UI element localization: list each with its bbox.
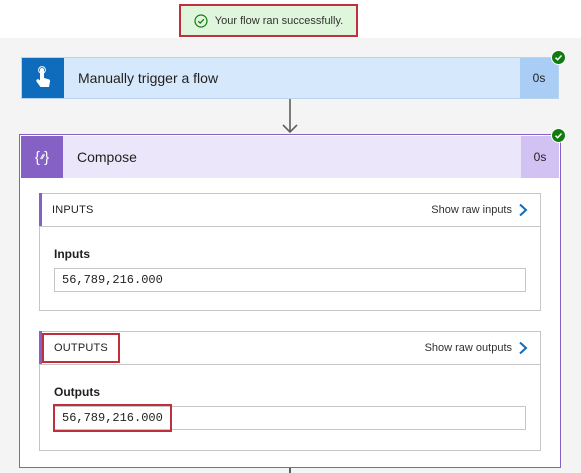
trigger-card[interactable]: Manually trigger a flow 0s <box>21 57 559 99</box>
outputs-section: OUTPUTS Show raw outputs Outputs 56,789,… <box>39 331 541 451</box>
success-check-icon <box>194 13 208 28</box>
show-raw-inputs-link[interactable]: Show raw inputs <box>431 203 528 217</box>
inputs-title: INPUTS <box>52 204 94 216</box>
chevron-right-icon <box>519 341 528 355</box>
compose-duration: 0s <box>521 136 559 178</box>
compose-title: Compose <box>77 149 137 165</box>
chevron-right-icon <box>519 203 528 217</box>
inputs-accent <box>39 193 42 226</box>
outputs-field-label: Outputs <box>54 385 100 399</box>
toast-message: Your flow ran successfully. <box>214 14 344 27</box>
touch-hand-icon <box>22 58 64 98</box>
inputs-value: 56,789,216.000 <box>54 268 526 292</box>
show-raw-outputs-link[interactable]: Show raw outputs <box>425 341 528 355</box>
inputs-field-label: Inputs <box>54 247 90 261</box>
braces-icon: { } <box>21 136 63 178</box>
show-raw-inputs-label: Show raw inputs <box>431 204 512 216</box>
flow-arrow-icon <box>282 99 298 134</box>
inputs-header: INPUTS Show raw inputs <box>39 193 540 227</box>
trigger-success-icon <box>551 50 566 65</box>
inputs-section: INPUTS Show raw inputs Inputs 56,789,216… <box>39 193 541 311</box>
outputs-value-box: 56,789,216.000 <box>53 404 526 432</box>
compose-header[interactable]: { } Compose 0s <box>21 136 559 178</box>
show-raw-outputs-label: Show raw outputs <box>424 342 512 354</box>
outputs-accent <box>39 331 42 364</box>
svg-text:{ }: { } <box>35 149 49 166</box>
next-connector <box>289 468 291 473</box>
trigger-title: Manually trigger a flow <box>78 70 219 86</box>
compose-success-icon <box>551 128 566 143</box>
success-toast: Your flow ran successfully. <box>179 4 358 37</box>
trigger-duration: 0s <box>520 58 558 98</box>
outputs-header: OUTPUTS Show raw outputs <box>39 331 540 365</box>
outputs-value: 56,789,216.000 <box>53 404 172 432</box>
outputs-title: OUTPUTS <box>42 333 120 363</box>
